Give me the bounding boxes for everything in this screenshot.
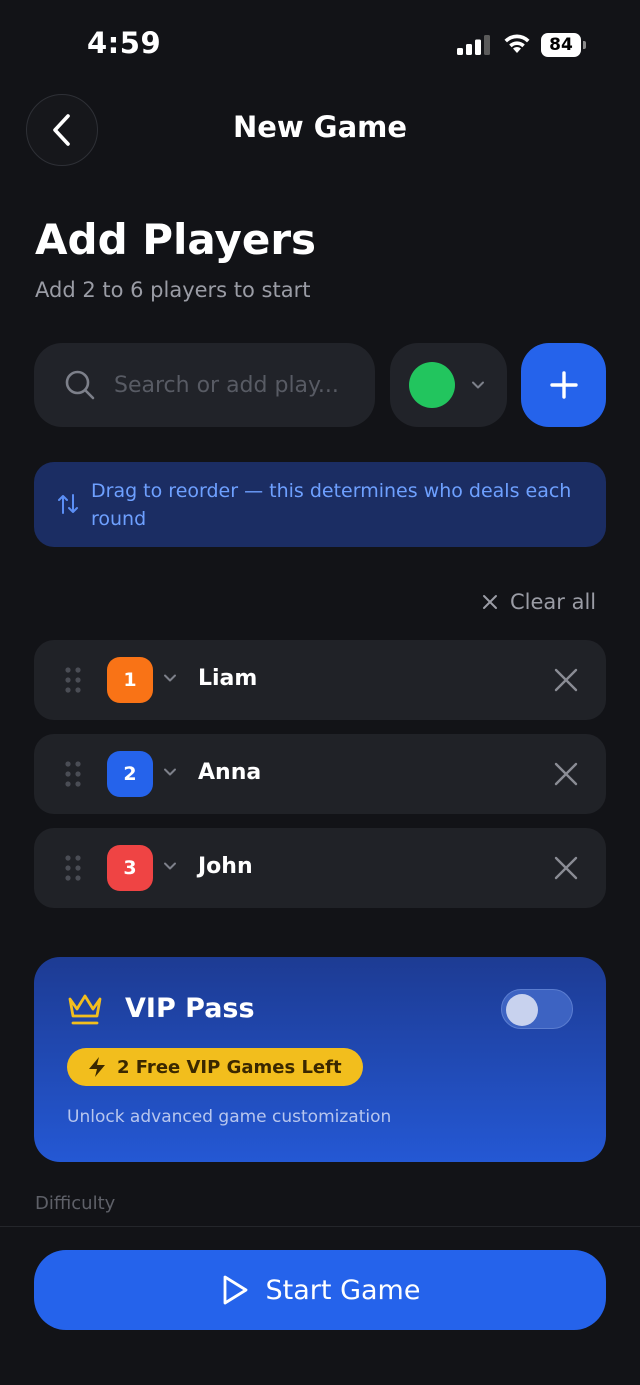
status-time: 4:59 — [87, 26, 162, 60]
page-subtitle: Add 2 to 6 players to start — [35, 278, 311, 302]
vip-description: Unlock advanced game customization — [67, 1107, 392, 1127]
close-icon — [483, 595, 497, 609]
vip-toggle[interactable] — [501, 989, 573, 1029]
plus-icon — [549, 371, 578, 399]
search-field[interactable] — [34, 343, 375, 427]
divider — [0, 1226, 640, 1227]
toggle-knob — [506, 994, 538, 1026]
battery-level: 84 — [541, 33, 581, 57]
page-title: Add Players — [35, 215, 317, 264]
clear-all-label: Clear all — [510, 590, 597, 614]
player-row[interactable]: 1 Liam — [34, 640, 606, 720]
add-player-button[interactable] — [521, 343, 606, 427]
player-row[interactable]: 3 John — [34, 828, 606, 908]
header-title: New Game — [232, 110, 408, 144]
difficulty-label: Difficulty — [35, 1193, 116, 1214]
close-icon[interactable] — [552, 854, 580, 882]
start-game-button[interactable]: Start Game — [34, 1250, 606, 1330]
chevron-down-icon[interactable] — [163, 673, 177, 683]
player-row[interactable]: 2 Anna — [34, 734, 606, 814]
player-number-badge[interactable]: 2 — [107, 751, 153, 797]
vip-title: VIP Pass — [125, 993, 255, 1024]
info-banner-text: Drag to reorder — this determines who de… — [91, 480, 572, 530]
swap-vertical-icon — [58, 494, 78, 514]
drag-handle-icon[interactable] — [65, 855, 81, 881]
color-picker[interactable] — [390, 343, 507, 427]
close-icon[interactable] — [552, 666, 580, 694]
crown-icon — [68, 994, 102, 1025]
drag-handle-icon[interactable] — [65, 761, 81, 787]
search-icon — [65, 370, 95, 400]
selected-color-swatch — [409, 362, 455, 408]
chevron-down-icon[interactable] — [163, 767, 177, 777]
vip-games-left-badge: 2 Free VIP Games Left — [67, 1048, 363, 1086]
chevron-down-icon — [472, 381, 484, 389]
player-name: Anna — [198, 760, 262, 785]
battery-indicator: 84 — [541, 33, 587, 57]
search-input[interactable] — [114, 372, 354, 398]
cellular-signal-icon — [457, 35, 490, 55]
player-name: Liam — [198, 666, 258, 691]
vip-pass-card: VIP Pass 2 Free VIP Games Left Unlock ad… — [34, 957, 606, 1162]
vip-badge-label: 2 Free VIP Games Left — [117, 1056, 342, 1078]
close-icon[interactable] — [552, 760, 580, 788]
play-icon — [223, 1275, 247, 1305]
player-name: John — [198, 854, 253, 879]
player-number-badge[interactable]: 1 — [107, 657, 153, 703]
clear-all-button[interactable]: Clear all — [482, 590, 596, 614]
reorder-info-banner: Drag to reorder — this determines who de… — [34, 462, 606, 547]
drag-handle-icon[interactable] — [65, 667, 81, 693]
chevron-down-icon[interactable] — [163, 861, 177, 871]
wifi-icon — [504, 34, 530, 53]
start-game-label: Start Game — [265, 1274, 421, 1306]
lightning-icon — [89, 1057, 105, 1077]
player-number-badge[interactable]: 3 — [107, 845, 153, 891]
